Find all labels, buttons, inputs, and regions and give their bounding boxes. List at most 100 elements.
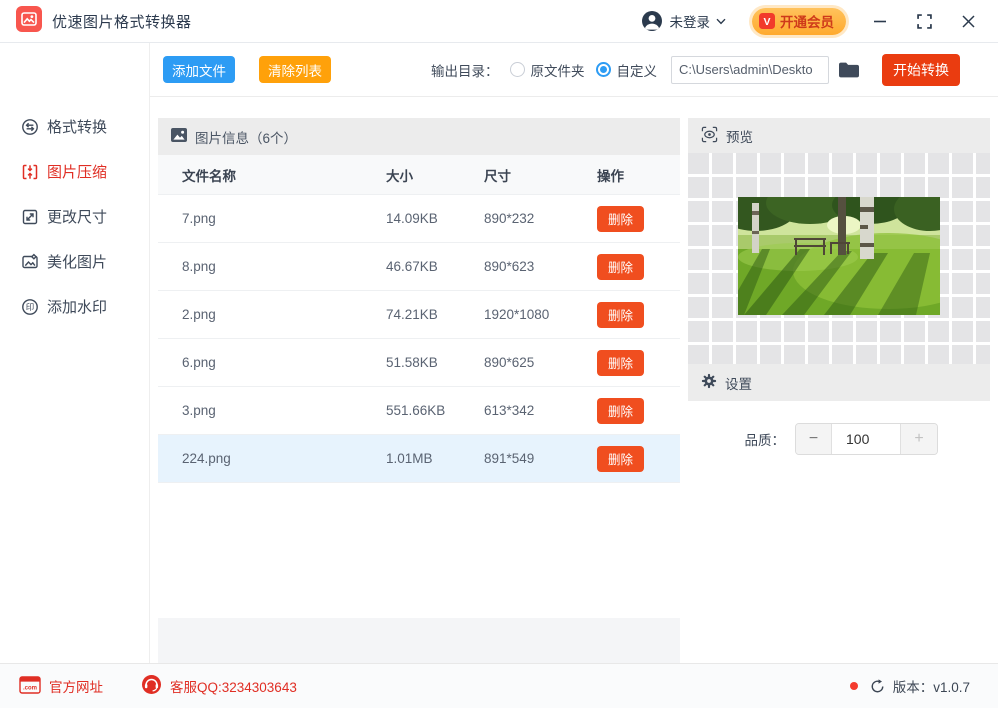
sidebar-item-label: 格式转换 [47,119,108,136]
col-file-name: 文件名称 [182,168,236,184]
col-file-size: 大小 [386,168,413,184]
output-path-input[interactable] [671,55,829,84]
quality-minus-button[interactable]: − [796,424,832,454]
preview-eye-icon [701,126,718,146]
quality-value[interactable]: 100 [832,424,900,454]
preview-image [738,197,940,315]
table-row[interactable]: 3.png 551.66KB 613*342 删除 [158,387,680,435]
svg-text:印: 印 [26,302,35,312]
delete-button[interactable]: 删除 [597,349,644,376]
table-column-header: 文件名称 大小 尺寸 操作 [158,155,680,195]
table-body: 7.png 14.09KB 890*232 删除 8.png 46.67KB 8… [158,195,680,483]
minimize-button[interactable] [870,11,890,31]
format-convert-icon [21,118,39,136]
quality-label: 品质： [744,433,786,448]
vip-label: 开通会员 [780,15,834,30]
official-website-link[interactable]: .com 官方网址 [19,675,103,697]
app-window: 优速图片格式转换器 未登录 V 开通会员 格式转换 图片压缩 更改尺寸 美化图片… [0,0,998,708]
toolbar: 添加文件 清除列表 输出目录： 原文件夹 自定义 开始转换 [150,43,998,97]
qq-support-link[interactable]: 客服QQ:3234303643 [141,674,297,698]
check-update-icon[interactable] [870,678,885,694]
sidebar-item-label: 更改尺寸 [47,209,108,226]
quality-plus-button[interactable]: + [900,424,937,454]
delete-button[interactable]: 删除 [597,301,644,328]
sidebar-item-image-compress[interactable]: 图片压缩 [0,149,149,194]
footer: .com 官方网址 客服QQ:3234303643 版本：v1.0.7 [0,663,998,708]
file-dims-cell: 891*549 [484,451,535,466]
table-row[interactable]: 2.png 74.21KB 1920*1080 删除 [158,291,680,339]
work-area: 图片信息（6个） 文件名称 大小 尺寸 操作 7.png 14.09KB 890… [150,97,998,663]
delete-button[interactable]: 删除 [597,445,644,472]
table-row[interactable]: 6.png 51.58KB 890*625 删除 [158,339,680,387]
settings-header: 设置 [688,364,990,401]
file-dims-cell: 890*625 [484,355,535,370]
col-operation: 操作 [597,168,624,184]
table-row[interactable]: 8.png 46.67KB 890*623 删除 [158,243,680,291]
radio-option-original-folder[interactable]: 原文件夹 [509,60,585,80]
radio-custom-icon[interactable] [595,62,611,77]
app-title: 优速图片格式转换器 [52,13,192,31]
file-name-cell: 2.png [182,307,216,322]
sidebar: 格式转换 图片压缩 更改尺寸 美化图片 印 添加水印 [0,43,150,663]
sidebar-item-beautify[interactable]: 美化图片 [0,239,149,284]
col-file-dims: 尺寸 [484,168,511,184]
login-status[interactable]: 未登录 [670,11,711,31]
chevron-down-icon[interactable] [716,18,726,25]
settings-title: 设置 [725,376,752,392]
file-name-cell: 8.png [182,259,216,274]
file-dims-cell: 890*232 [484,211,535,226]
website-label: 官方网址 [49,680,103,695]
clear-list-button[interactable]: 清除列表 [259,56,331,83]
sidebar-item-resize[interactable]: 更改尺寸 [0,194,149,239]
svg-text:.com: .com [23,685,37,691]
table-panel-title: 图片信息（6个） [195,130,298,146]
version-label: 版本：v1.0.7 [892,680,970,695]
qq-label: 客服QQ:3234303643 [170,680,297,695]
preview-header: 预览 [688,118,990,153]
svg-text:V: V [763,16,770,28]
table-row[interactable]: 224.png 1.01MB 891*549 删除 [158,435,680,483]
file-dims-cell: 1920*1080 [484,307,550,322]
gear-icon [701,373,717,392]
sidebar-item-label: 添加水印 [47,299,108,316]
transparency-checkerboard [688,153,990,364]
file-dims-cell: 890*623 [484,259,535,274]
close-button[interactable] [958,11,978,31]
delete-button[interactable]: 删除 [597,397,644,424]
delete-button[interactable]: 删除 [597,253,644,280]
customer-service-icon [141,674,162,698]
file-dims-cell: 613*342 [484,403,535,418]
start-convert-button[interactable]: 开始转换 [882,53,960,86]
sidebar-item-watermark[interactable]: 印 添加水印 [0,284,149,329]
table-row[interactable]: 7.png 14.09KB 890*232 删除 [158,195,680,243]
sidebar-item-label: 美化图片 [47,254,108,271]
user-avatar-icon[interactable] [641,10,663,32]
quality-setting-row: 品质： − 100 + [688,423,990,455]
file-name-cell: 224.png [182,451,231,466]
sidebar-item-format-convert[interactable]: 格式转换 [0,104,149,149]
file-table-panel: 图片信息（6个） 文件名称 大小 尺寸 操作 7.png 14.09KB 890… [158,118,680,618]
table-panel-header: 图片信息（6个） [158,118,680,155]
maximize-button[interactable] [914,11,934,31]
add-files-button[interactable]: 添加文件 [163,56,235,83]
delete-button[interactable]: 删除 [597,205,644,232]
file-name-cell: 6.png [182,355,216,370]
below-table-filler [158,618,680,663]
radio-original-folder-icon[interactable] [509,62,525,77]
beautify-image-icon [21,253,39,271]
file-size-cell: 1.01MB [386,451,433,466]
app-logo-icon [16,5,42,37]
file-size-cell: 51.58KB [386,355,438,370]
titlebar: 优速图片格式转换器 未登录 V 开通会员 [0,0,998,43]
preview-title: 预览 [726,129,753,145]
sidebar-item-label: 图片压缩 [47,164,108,181]
website-dotcom-icon: .com [19,675,41,697]
browse-folder-icon[interactable] [838,61,860,79]
vip-button[interactable]: V 开通会员 [752,7,846,35]
file-size-cell: 74.21KB [386,307,438,322]
file-name-cell: 7.png [182,211,216,226]
image-info-icon [171,128,187,145]
quality-stepper: − 100 + [795,423,938,455]
radio-option-custom[interactable]: 自定义 [595,60,657,80]
output-dir-label: 输出目录： [431,63,499,79]
